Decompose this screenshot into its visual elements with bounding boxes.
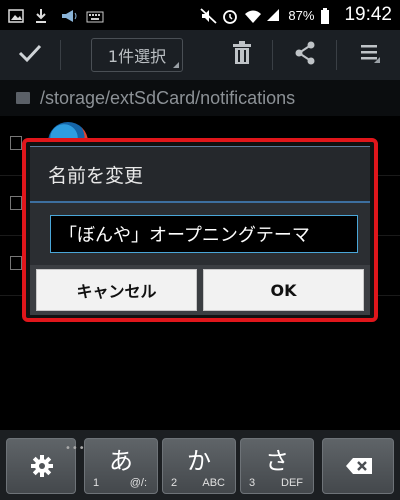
- menu-icon: [359, 42, 381, 68]
- notification-icons: [8, 8, 104, 23]
- more-dots: •••: [65, 443, 86, 454]
- item-checkbox[interactable]: [10, 136, 22, 150]
- soft-keyboard: ••• あ 1 @/: か 2 ABC さ 3 DEF: [0, 430, 400, 500]
- system-icons: 87% 19:42: [200, 4, 392, 26]
- divider: [60, 40, 61, 70]
- key-main-char: あ: [109, 447, 133, 475]
- share-button[interactable]: [275, 30, 335, 80]
- current-path: /storage/extSdCard/notifications: [40, 87, 296, 108]
- selection-count-dropdown[interactable]: 1件選択: [91, 38, 183, 72]
- key-alt-chars: DEF: [281, 477, 303, 489]
- item-checkbox[interactable]: [10, 196, 22, 210]
- cancel-button[interactable]: キャンセル: [36, 269, 197, 311]
- battery-icon: [320, 8, 336, 24]
- download-icon: [34, 8, 50, 23]
- folder-icon: [16, 92, 30, 104]
- dialog-highlight-frame: 名前を変更 「ぼんや」オープニングテーマ キャンセル OK: [22, 138, 378, 322]
- trash-icon: [232, 41, 252, 69]
- signal-icon: [266, 8, 282, 22]
- keyboard-settings-key[interactable]: •••: [6, 438, 85, 494]
- key-number: 3: [249, 477, 256, 489]
- ok-button[interactable]: OK: [203, 269, 364, 311]
- mute-icon: [200, 8, 218, 24]
- selection-count-label: 1件選択: [107, 47, 167, 66]
- path-bar: /storage/extSdCard/notifications: [0, 80, 400, 116]
- backspace-key[interactable]: [322, 438, 394, 494]
- rename-dialog: 名前を変更 「ぼんや」オープニングテーマ キャンセル OK: [30, 146, 370, 315]
- key-main-char: さ: [265, 447, 289, 475]
- backspace-icon: [345, 457, 373, 479]
- image-icon: [8, 8, 24, 23]
- key-sa-row[interactable]: さ 3 DEF: [240, 438, 314, 494]
- keyboard-icon: [86, 8, 104, 23]
- divider: [272, 40, 273, 70]
- overflow-menu-button[interactable]: [340, 30, 400, 80]
- key-number: 1: [93, 477, 100, 489]
- delete-button[interactable]: [212, 30, 272, 80]
- key-alt-chars: ABC: [202, 477, 225, 489]
- key-number: 2: [171, 477, 178, 489]
- action-bar: 1件選択: [0, 30, 400, 80]
- dropdown-corner-icon: [173, 62, 179, 68]
- megaphone-icon: [60, 8, 77, 22]
- status-bar: 87% 19:42: [0, 0, 400, 30]
- wifi-icon: [244, 8, 262, 23]
- done-button[interactable]: [0, 30, 60, 80]
- battery-percent: 87%: [288, 7, 315, 23]
- key-alt-chars: @/:: [129, 477, 147, 489]
- filename-input[interactable]: 「ぼんや」オープニングテーマ: [50, 215, 358, 253]
- key-main-char: か: [187, 447, 211, 475]
- dialog-title: 名前を変更: [30, 147, 370, 203]
- clock: 19:42: [344, 4, 392, 25]
- checkmark-icon: [18, 43, 42, 67]
- share-icon: [294, 41, 316, 69]
- alarm-icon: [222, 8, 238, 24]
- item-checkbox[interactable]: [10, 256, 22, 270]
- key-ka-row[interactable]: か 2 ABC: [162, 438, 236, 494]
- gear-icon: [31, 455, 53, 481]
- dialog-buttons: キャンセル OK: [30, 265, 370, 315]
- key-a-row[interactable]: あ 1 @/:: [84, 438, 158, 494]
- divider: [336, 40, 337, 70]
